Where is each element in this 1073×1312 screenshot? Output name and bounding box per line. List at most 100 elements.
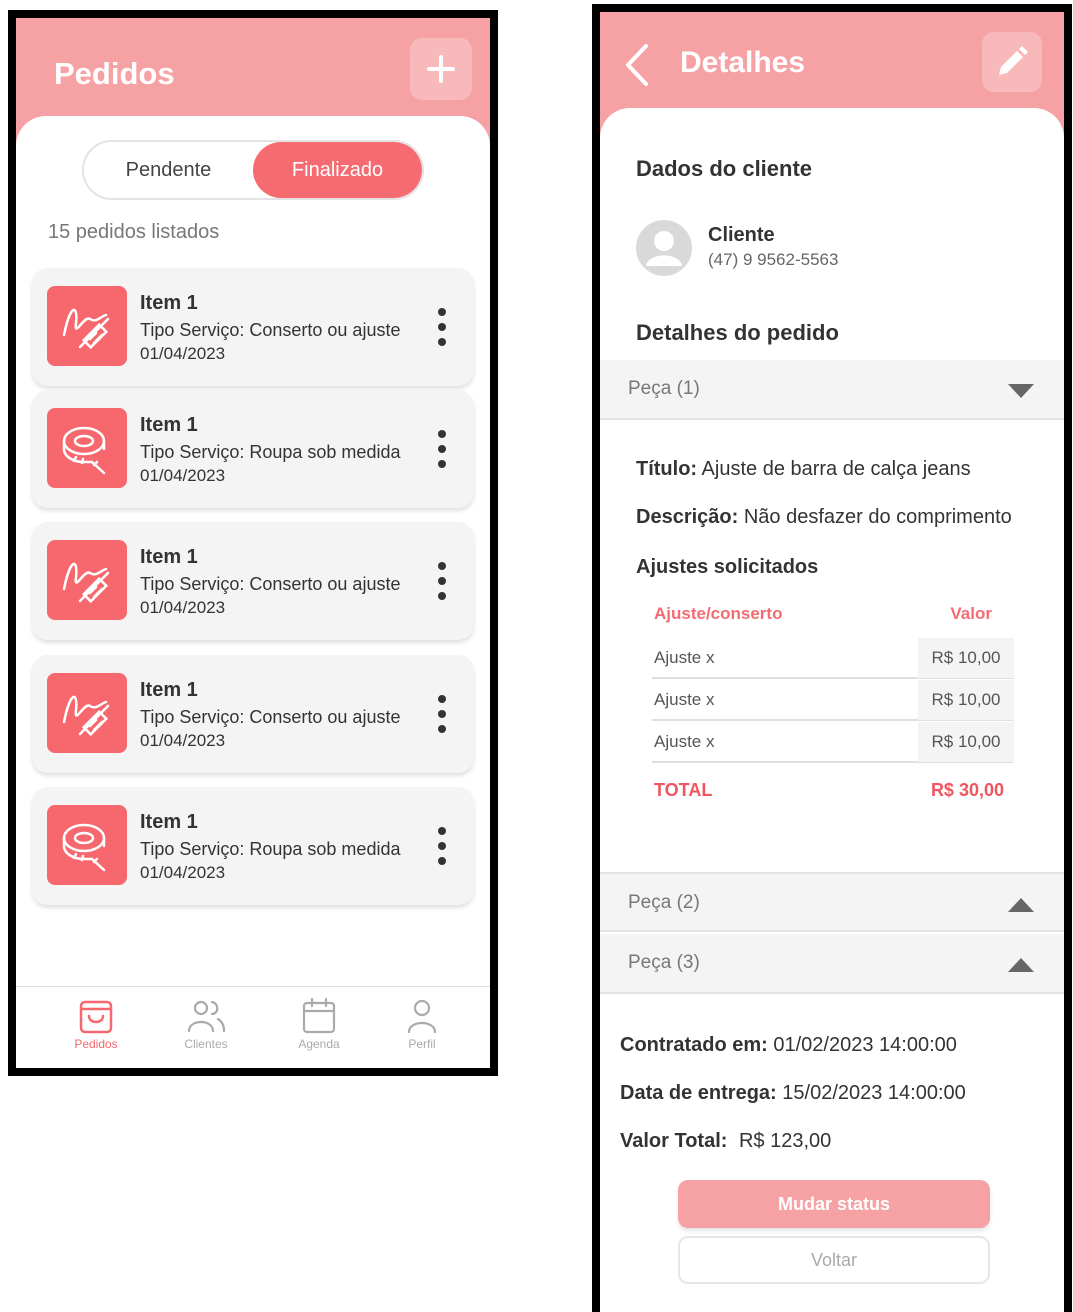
order-type: Tipo Serviço: Roupa sob medida — [140, 442, 401, 462]
needle-thread-icon — [47, 673, 127, 753]
pencil-icon — [999, 46, 1028, 75]
change-status-button[interactable]: Mudar status — [678, 1180, 990, 1228]
caret-up-icon — [1008, 898, 1034, 912]
add-order-button[interactable] — [410, 38, 472, 100]
order-date: 01/04/2023 — [140, 344, 226, 363]
contracted-value: 01/02/2023 14:00:00 — [773, 1034, 957, 1056]
accordion-peca-3[interactable]: Peça (3) — [600, 934, 1064, 994]
status-segmented-control: Pendente Finalizado — [82, 140, 424, 200]
order-name: Item 1 — [140, 679, 198, 701]
adjustment-value: R$ 10,00 — [918, 680, 1014, 720]
piece-title-value: Ajuste de barra de calça jeans — [701, 458, 971, 480]
details-sheet: Dados do cliente Cliente (47) 9 9562-556… — [600, 108, 1064, 1312]
more-options-icon[interactable] — [436, 308, 448, 346]
piece-title: Título: Ajuste de barra de calça jeans — [636, 458, 971, 481]
accordion-label: Peça (1) — [628, 378, 700, 399]
users-icon — [187, 1000, 226, 1033]
delivery-date: Data de entrega: 15/02/2023 14:00:00 — [620, 1082, 966, 1105]
back-arrow-icon[interactable] — [622, 42, 652, 88]
adjustment-value: R$ 10,00 — [918, 638, 1014, 678]
orders-screen: Pedidos Pendente Finalizado 15 pedidos l… — [8, 10, 498, 1076]
measuring-tape-icon — [47, 805, 127, 885]
piece-description: Descrição: Não desfazer do comprimento — [636, 506, 1012, 529]
nav-label: Agenda — [298, 1037, 340, 1051]
adjustments-total-label: TOTAL — [654, 780, 713, 800]
adjustments-title: Ajustes solicitados — [636, 556, 819, 578]
nav-label: Clientes — [184, 1037, 228, 1051]
delivery-value: 15/02/2023 14:00:00 — [782, 1082, 966, 1104]
table-row: Ajuste x R$ 10,00 — [652, 638, 1014, 679]
more-options-icon[interactable] — [436, 827, 448, 865]
order-section-title: Detalhes do pedido — [636, 320, 839, 345]
shopping-bag-icon — [79, 1000, 113, 1034]
order-name: Item 1 — [140, 292, 198, 314]
accordion-peca-2[interactable]: Peça (2) — [600, 872, 1064, 932]
measuring-tape-icon — [47, 408, 127, 488]
edit-button[interactable] — [982, 32, 1042, 92]
adjustment-name: Ajuste x — [654, 690, 715, 709]
bottom-navigation: Pedidos Clientes Agenda Perfil — [16, 986, 490, 1068]
contracted-label: Contratado em: — [620, 1034, 768, 1056]
back-button[interactable]: Voltar — [678, 1236, 990, 1284]
order-date: 01/04/2023 — [140, 466, 226, 485]
order-card[interactable]: Item 1 Tipo Serviço: Roupa sob medida 01… — [32, 390, 474, 508]
needle-thread-icon — [47, 286, 127, 366]
order-total-label: Valor Total: — [620, 1130, 728, 1152]
piece-description-value: Não desfazer do comprimento — [743, 506, 1012, 528]
adjustment-name: Ajuste x — [654, 732, 715, 751]
client-section-title: Dados do cliente — [636, 156, 813, 181]
contracted-date: Contratado em: 01/02/2023 14:00:00 — [620, 1034, 957, 1057]
orders-sheet: Pendente Finalizado 15 pedidos listados … — [16, 116, 490, 1016]
more-options-icon[interactable] — [436, 562, 448, 600]
page-title: Pedidos — [54, 56, 175, 91]
delivery-label: Data de entrega: — [620, 1082, 777, 1104]
page-title: Detalhes — [680, 46, 806, 79]
accordion-label: Peça (3) — [628, 952, 700, 973]
adjustment-value: R$ 10,00 — [918, 722, 1014, 762]
order-card[interactable]: Item 1 Tipo Serviço: Roupa sob medida 01… — [32, 787, 474, 905]
order-details-screen: Detalhes Dados do cliente Cliente (47) 9… — [592, 4, 1072, 1312]
column-header-value: Valor — [950, 604, 992, 623]
order-type: Tipo Serviço: Conserto ou ajuste — [140, 574, 401, 594]
nav-clientes[interactable]: Clientes — [166, 997, 246, 1051]
user-icon — [407, 999, 437, 1034]
order-card[interactable]: Item 1 Tipo Serviço: Conserto ou ajuste … — [32, 522, 474, 640]
needle-thread-icon — [47, 540, 127, 620]
order-card[interactable]: Item 1 Tipo Serviço: Conserto ou ajuste … — [32, 268, 474, 386]
tab-finalizado[interactable]: Finalizado — [253, 142, 422, 198]
order-type: Tipo Serviço: Conserto ou ajuste — [140, 707, 401, 727]
order-type: Tipo Serviço: Roupa sob medida — [140, 839, 401, 859]
order-total-value: R$ 123,00 — [738, 1130, 832, 1152]
accordion-peca-1[interactable]: Peça (1) — [600, 360, 1064, 420]
nav-agenda[interactable]: Agenda — [279, 997, 359, 1051]
more-options-icon[interactable] — [436, 430, 448, 468]
order-name: Item 1 — [140, 414, 198, 436]
table-row: Ajuste x R$ 10,00 — [652, 722, 1014, 763]
piece-description-label: Descrição: — [636, 506, 739, 528]
caret-down-icon — [1008, 384, 1034, 398]
nav-perfil[interactable]: Perfil — [382, 997, 462, 1051]
order-total: Valor Total: R$ 123,00 — [620, 1130, 831, 1153]
adjustments-total-value: R$ 30,00 — [930, 780, 1004, 800]
nav-label: Pedidos — [74, 1037, 118, 1051]
caret-up-icon — [1008, 958, 1034, 972]
order-name: Item 1 — [140, 811, 198, 833]
client-name: Cliente — [708, 224, 775, 246]
nav-pedidos[interactable]: Pedidos — [56, 997, 136, 1051]
tab-pendente[interactable]: Pendente — [84, 142, 253, 198]
more-options-icon[interactable] — [436, 695, 448, 733]
piece-title-label: Título: — [636, 458, 698, 480]
order-date: 01/04/2023 — [140, 863, 226, 882]
avatar — [636, 220, 692, 276]
adjustment-name: Ajuste x — [654, 648, 715, 667]
orders-count: 15 pedidos listados — [48, 221, 220, 243]
client-phone: (47) 9 9562-5563 — [708, 250, 839, 269]
plus-icon — [427, 55, 455, 83]
table-row: Ajuste x R$ 10,00 — [652, 680, 1014, 721]
order-date: 01/04/2023 — [140, 731, 226, 750]
order-card[interactable]: Item 1 Tipo Serviço: Conserto ou ajuste … — [32, 655, 474, 773]
column-header-adjustment: Ajuste/conserto — [654, 604, 783, 623]
order-name: Item 1 — [140, 546, 198, 568]
order-date: 01/04/2023 — [140, 598, 226, 617]
accordion-label: Peça (2) — [628, 892, 700, 913]
